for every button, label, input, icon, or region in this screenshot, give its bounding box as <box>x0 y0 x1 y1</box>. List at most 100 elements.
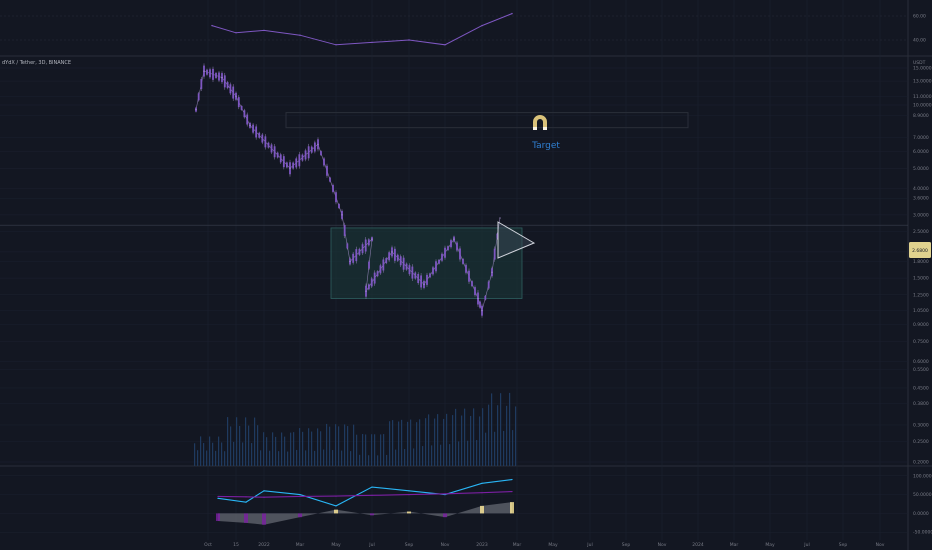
candle-body <box>379 265 382 274</box>
volume-bar <box>404 449 406 466</box>
price-tick-label: 15.0000 <box>913 66 932 72</box>
price-tick-label: 0.7500 <box>913 339 929 345</box>
volume-bar <box>491 393 493 466</box>
volume-bar <box>479 416 481 466</box>
candle-body <box>218 72 220 81</box>
x-tick-label: Sep <box>839 542 848 548</box>
candle-body <box>255 126 258 138</box>
price-point <box>349 260 351 263</box>
volume-bar <box>410 419 412 466</box>
volume-bar <box>200 436 202 466</box>
price-point <box>221 77 223 79</box>
price-tick-label: 0.4500 <box>913 385 929 391</box>
candle-body <box>226 82 229 89</box>
candle-body <box>417 274 420 284</box>
volume-bar <box>461 415 463 466</box>
volume-bar <box>362 434 364 466</box>
x-tick-label: Nov <box>876 542 885 548</box>
rsi-point <box>211 24 213 27</box>
volume-bar <box>425 418 427 466</box>
volume-bar <box>302 431 304 466</box>
candle-body <box>484 295 487 300</box>
osc-point <box>217 495 219 498</box>
candle-body <box>229 84 232 94</box>
volume-bar <box>509 392 511 466</box>
osc-tick-label: 50.0000 <box>913 492 932 498</box>
candle-body <box>396 254 399 261</box>
candle-body <box>197 93 200 101</box>
volume-bar <box>356 434 358 466</box>
x-tick-label: 2024 <box>692 542 704 548</box>
osc-tick-label: 100.0000 <box>913 473 932 479</box>
currency-label: USDT <box>913 60 926 66</box>
volume-bar <box>194 443 196 466</box>
osc-point <box>299 493 301 496</box>
x-tick-label: 15 <box>233 542 239 548</box>
price-tick-label: 11.0000 <box>913 94 932 100</box>
volume-bar <box>377 455 379 466</box>
price-point <box>423 283 425 286</box>
volume-bar <box>224 451 226 466</box>
volume-bar <box>383 434 385 466</box>
candle-body <box>313 142 316 152</box>
volume-bar <box>296 449 298 466</box>
volume-bar <box>470 415 472 466</box>
price-point <box>481 310 483 312</box>
price-tick-label: 5.0000 <box>913 166 929 172</box>
candle-body <box>232 86 235 99</box>
volume-bar <box>374 434 376 466</box>
candle-body <box>206 69 208 75</box>
volume-bar <box>473 408 475 466</box>
price-tick-label: 1.2500 <box>913 292 929 298</box>
price-tick-label: 0.9000 <box>913 322 929 328</box>
volume-bar <box>386 454 388 466</box>
candle-body <box>292 162 295 169</box>
candle-body <box>402 257 405 270</box>
x-tick-label: May <box>331 542 341 548</box>
candle-body <box>456 242 458 251</box>
osc-point <box>263 490 265 492</box>
rsi-point <box>263 29 265 32</box>
price-point <box>371 238 373 240</box>
volume-bar <box>494 431 496 466</box>
volume-bar <box>269 450 271 466</box>
x-tick-label: 2022 <box>258 542 270 548</box>
volume-bar <box>221 442 223 466</box>
candle-body <box>276 152 279 158</box>
volume-bar <box>299 428 301 466</box>
candle-body <box>414 272 417 279</box>
candle-body <box>367 284 370 290</box>
candle-body <box>301 154 304 161</box>
candle-body <box>335 192 337 203</box>
candle-body <box>435 261 437 272</box>
volume-bar <box>215 450 217 466</box>
volume-bar <box>236 417 238 466</box>
volume-bar <box>440 444 442 466</box>
candle-body <box>320 151 322 156</box>
volume-bar <box>227 417 229 466</box>
volume-bar <box>500 393 502 466</box>
volume-bar <box>395 449 397 466</box>
candle-body <box>382 259 385 271</box>
volume-bar <box>503 430 505 466</box>
volume-bar <box>233 441 235 466</box>
price-point <box>453 238 455 240</box>
candle-body <box>426 274 428 285</box>
rsi-point <box>511 12 513 15</box>
volume-bar <box>488 404 490 466</box>
osc-point <box>408 490 410 492</box>
osc-point <box>371 494 373 496</box>
x-tick-label: Nov <box>441 542 450 548</box>
candle-body <box>479 301 481 308</box>
price-tick-label: 1.0500 <box>913 308 929 314</box>
price-tick-label: 4.0000 <box>913 186 929 192</box>
candle-body <box>358 248 361 255</box>
volume-bar <box>323 449 325 466</box>
candle-body <box>368 261 370 269</box>
volume-bar <box>230 426 232 466</box>
osc-bar <box>407 511 411 514</box>
volume-bar <box>248 425 250 466</box>
x-tick-label: Sep <box>405 542 414 548</box>
price-point <box>365 290 367 292</box>
osc-point <box>444 493 446 495</box>
